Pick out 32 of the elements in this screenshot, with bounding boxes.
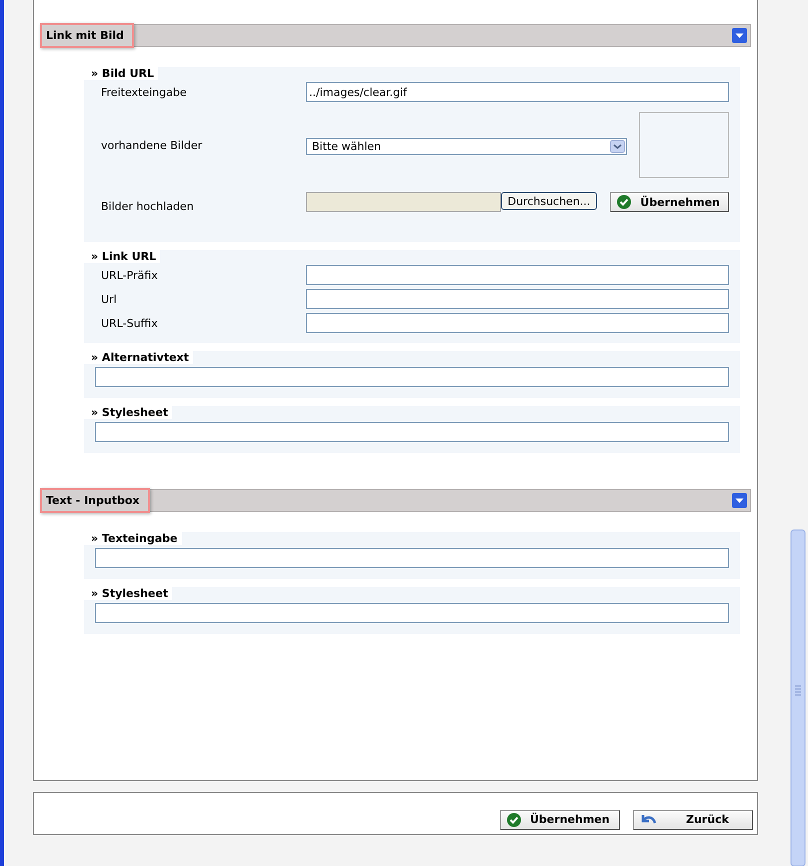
browse-button[interactable]: Durchsuchen... [500, 192, 598, 210]
field-label: vorhandene Bilder [101, 138, 204, 152]
collapse-toggle-icon[interactable] [732, 28, 747, 43]
group-title: » Texteingabe [84, 532, 182, 545]
group-title: » Alternativtext [84, 351, 193, 364]
group-title: » Stylesheet [84, 406, 172, 419]
group-title: » Stylesheet [84, 587, 172, 600]
collapse-toggle-icon[interactable] [732, 493, 747, 508]
group-title: » Bild URL [84, 67, 158, 80]
apply-button[interactable]: Übernehmen [500, 810, 620, 830]
field-label: URL-Präfix [101, 268, 159, 282]
text-field[interactable] [95, 548, 729, 568]
text-field[interactable] [95, 422, 729, 442]
check-icon [507, 812, 521, 826]
text-field[interactable] [306, 289, 729, 309]
check-icon [617, 195, 632, 209]
field-label: Bilder hochladen [101, 199, 195, 213]
back-button[interactable]: Zurück [633, 810, 753, 830]
section-title: Text - Inputbox [40, 488, 150, 513]
field-label: Url [101, 292, 118, 306]
text-field[interactable] [306, 265, 729, 285]
text-field[interactable] [95, 367, 729, 387]
image-dropdown[interactable]: Bitte wählen [306, 138, 627, 154]
group-title: » Link URL [84, 250, 160, 263]
section-title: Link mit Bild [40, 23, 134, 48]
field-label: Freitexteingabe [101, 86, 188, 98]
text-field[interactable] [306, 313, 729, 333]
apply-button[interactable]: Übernehmen [610, 192, 729, 212]
text-field[interactable]: ../images/clear.gif [306, 82, 729, 102]
file-path-field[interactable] [306, 192, 501, 212]
field-label: URL-Suffix [101, 316, 159, 330]
text-field[interactable] [95, 603, 729, 623]
